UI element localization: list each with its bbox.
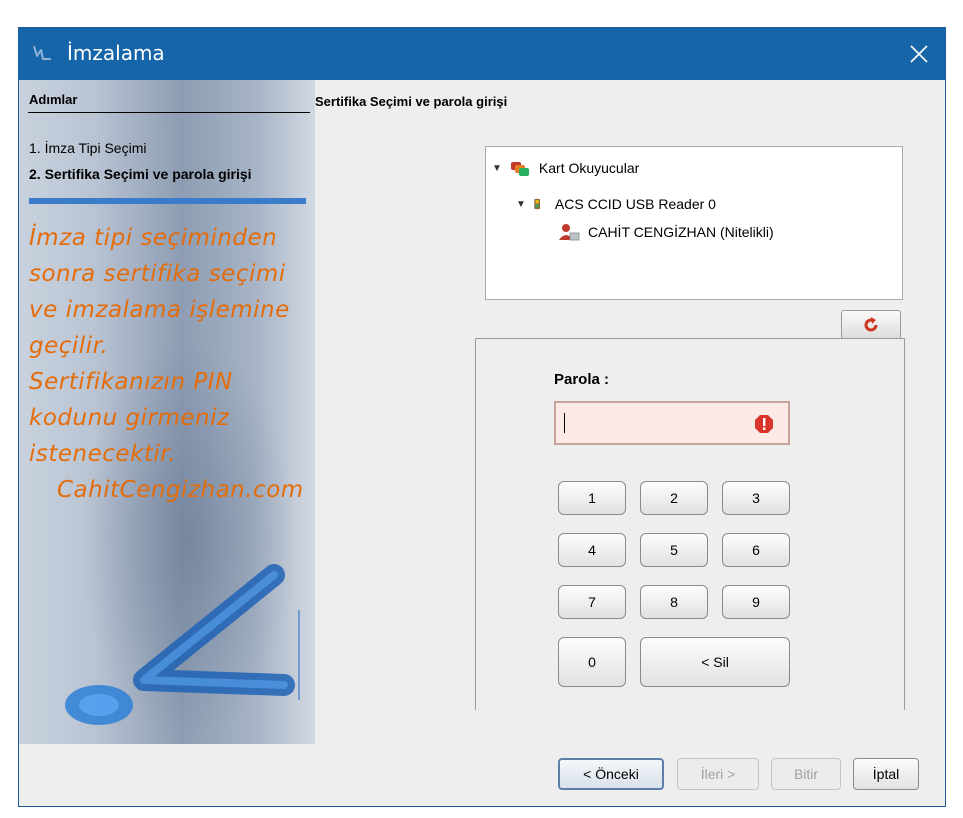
window-title: İmzalama [67, 41, 165, 65]
info-line: sonra sertifika seçimi [29, 261, 286, 287]
keypad-7-button[interactable]: 7 [558, 585, 626, 619]
title-bar[interactable]: İmzalama [19, 28, 945, 80]
info-line: kodunu girmeniz [29, 405, 230, 431]
tree-label: CAHİT CENGİZHAN (Nitelikli) [588, 224, 774, 240]
signing-dialog: İmzalama Adımlar 1. İmza Tipi Seçimi 2. … [18, 27, 946, 807]
password-label: Parola : [554, 371, 610, 388]
steps-header: Adımlar [29, 92, 78, 107]
content-header: Sertifika Seçimi ve parola girişi [315, 94, 508, 109]
finish-button[interactable]: Bitir [771, 758, 841, 790]
info-text: İmza tipi seçiminden sonra sertifika seç… [29, 220, 315, 508]
tree-node-reader[interactable]: ▼ ACS CCID USB Reader 0 [516, 195, 716, 213]
tree-node-card-readers[interactable]: ▼ Kart Okuyucular [492, 159, 639, 177]
keypad-0-button[interactable]: 0 [558, 637, 626, 687]
tree-label: ACS CCID USB Reader 0 [554, 196, 716, 212]
previous-button[interactable]: < Önceki [558, 758, 664, 790]
keypad-4-button[interactable]: 4 [558, 533, 626, 567]
keypad-8-button[interactable]: 8 [640, 585, 708, 619]
info-line: ve imzalama işlemine [29, 297, 290, 323]
tree-node-certificate[interactable]: CAHİT CENGİZHAN (Nitelikli) [558, 223, 774, 241]
keypad-5-button[interactable]: 5 [640, 533, 708, 567]
pin-panel: Parola : 1 2 3 4 5 6 7 8 9 0 < Sil [475, 338, 905, 710]
card-readers-icon [510, 162, 529, 176]
next-button[interactable]: İleri > [677, 758, 759, 790]
card-reader-tree[interactable]: ▼ Kart Okuyucular ▼ ACS CCID USB Reader … [485, 146, 903, 300]
watermark-site: CahitCengizhan.com [57, 477, 304, 503]
tree-label: Kart Okuyucular [538, 160, 640, 176]
info-line: İmza tipi seçiminden [29, 225, 278, 251]
signature-icon [33, 45, 51, 60]
error-icon [755, 415, 773, 433]
info-line: istenecektir. [29, 441, 176, 467]
cancel-button[interactable]: İptal [853, 758, 919, 790]
keypad-3-button[interactable]: 3 [722, 481, 790, 515]
close-button[interactable] [893, 28, 945, 80]
info-line: Sertifikanızın PIN [29, 369, 233, 395]
usb-reader-icon [534, 198, 540, 210]
delete-button[interactable]: < Sil [640, 637, 790, 687]
keypad-9-button[interactable]: 9 [722, 585, 790, 619]
password-field[interactable] [554, 401, 790, 445]
refresh-button[interactable] [841, 310, 901, 340]
step-signature-type: 1. İmza Tipi Seçimi [29, 140, 147, 156]
expand-arrow-icon[interactable]: ▼ [492, 163, 502, 174]
step-certificate-selection: 2. Sertifika Seçimi ve parola girişi [29, 166, 252, 182]
keypad-2-button[interactable]: 2 [640, 481, 708, 515]
sigma-logo-icon [65, 564, 300, 725]
keypad-6-button[interactable]: 6 [722, 533, 790, 567]
steps-panel: Adımlar 1. İmza Tipi Seçimi 2. Sertifika… [19, 80, 315, 744]
keypad-1-button[interactable]: 1 [558, 481, 626, 515]
refresh-icon [864, 317, 878, 332]
info-line: geçilir. [29, 333, 109, 359]
expand-arrow-icon[interactable]: ▼ [516, 199, 526, 210]
active-step-bar [29, 198, 306, 204]
certificate-user-icon [559, 224, 580, 241]
close-icon [910, 45, 928, 63]
